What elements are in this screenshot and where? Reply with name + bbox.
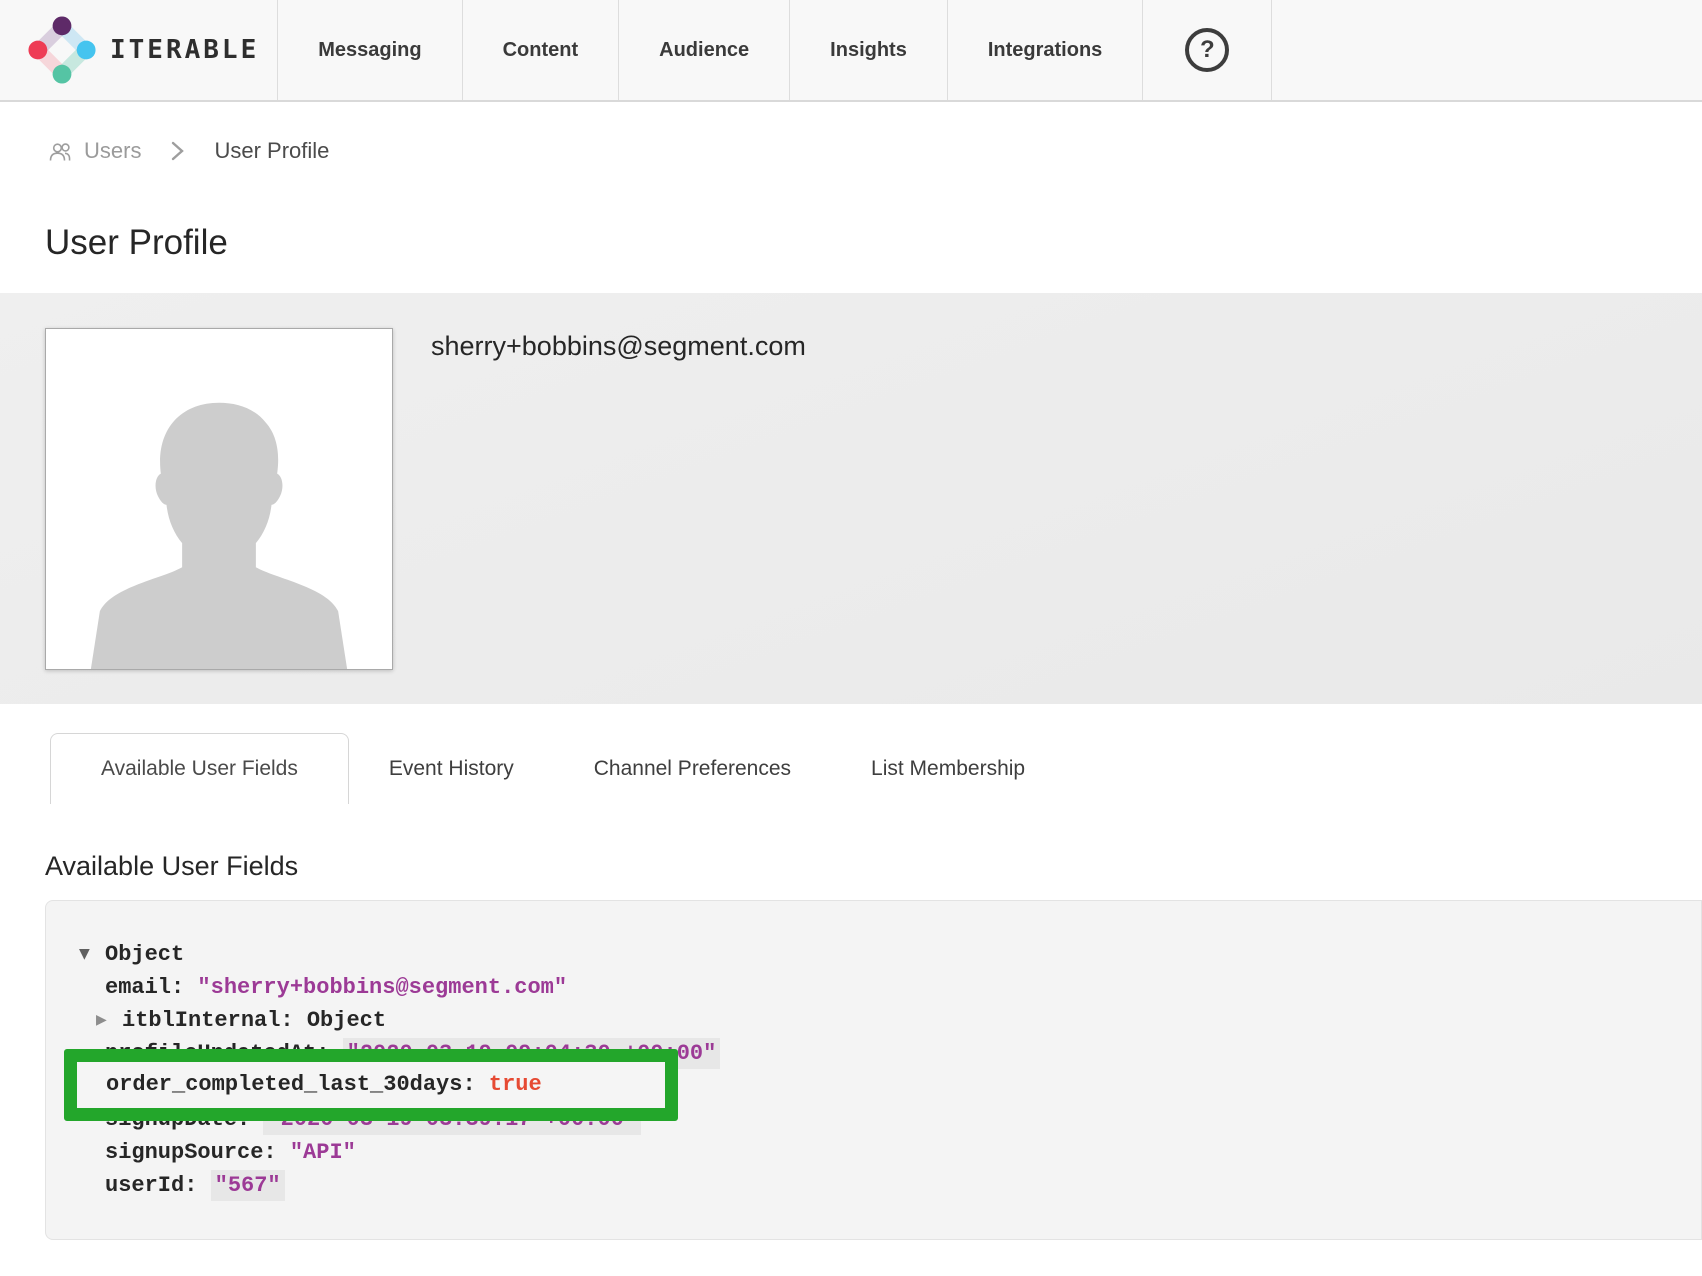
profile-email: sherry+bobbins@segment.com <box>431 331 806 362</box>
field-line-itblInternal: ▶ itblInternal: Object <box>46 1004 1701 1037</box>
help-button[interactable]: ? <box>1142 0 1272 100</box>
tab-bar: Available User FieldsEvent HistoryChanne… <box>50 733 1702 804</box>
tab-list-membership[interactable]: List Membership <box>831 733 1065 804</box>
person-silhouette-icon <box>63 363 375 670</box>
field-key: email: <box>105 975 197 1000</box>
nav-item-insights[interactable]: Insights <box>789 0 947 100</box>
chevron-right-icon <box>171 140 184 162</box>
field-line-order_completed_last_30days: order_completed_last_30days: true <box>77 1074 542 1096</box>
iterable-logo[interactable]: ITERABLE <box>0 0 277 100</box>
field-value: "567" <box>211 1170 285 1201</box>
nav-item-messaging[interactable]: Messaging <box>277 0 461 100</box>
caret-down-icon[interactable]: ▼ <box>79 938 90 971</box>
breadcrumb-current: User Profile <box>214 138 329 164</box>
nav-item-integrations[interactable]: Integrations <box>947 0 1142 100</box>
annotation-rectangle: order_completed_last_30days: true <box>64 1049 678 1121</box>
tab-event-history[interactable]: Event History <box>349 733 554 804</box>
field-key: userId: <box>105 1173 211 1198</box>
breadcrumb: Users User Profile <box>48 136 1702 166</box>
field-value: "sherry+bobbins@segment.com" <box>197 975 567 1000</box>
nav-item-content[interactable]: Content <box>462 0 619 100</box>
nav-item-audience[interactable]: Audience <box>618 0 789 100</box>
profile-header-band: sherry+bobbins@segment.com <box>0 293 1702 704</box>
tab-channel-preferences[interactable]: Channel Preferences <box>554 733 831 804</box>
field-line-signupSource: signupSource: "API" <box>46 1136 1701 1169</box>
nav-items: MessagingContentAudienceInsightsIntegrat… <box>277 0 1142 100</box>
tab-available-user-fields[interactable]: Available User Fields <box>50 733 349 804</box>
breadcrumb-users-link[interactable]: Users <box>48 138 141 164</box>
field-line-userId: userId: "567" <box>46 1169 1701 1202</box>
field-key: itblInternal: <box>122 1008 307 1033</box>
question-mark-icon: ? <box>1185 28 1229 72</box>
field-value: true <box>489 1072 542 1097</box>
field-value: "API" <box>290 1140 356 1165</box>
users-icon <box>48 141 75 162</box>
object-label: Object <box>105 942 184 967</box>
section-heading: Available User Fields <box>45 850 1702 882</box>
brand-name: ITERABLE <box>110 35 259 65</box>
field-line-email: email: "sherry+bobbins@segment.com" <box>46 971 1701 1004</box>
user-fields-json-viewer: ▼ Object email: "sherry+bobbins@segment.co… <box>45 900 1702 1240</box>
caret-right-icon[interactable]: ▶ <box>96 1004 107 1037</box>
iterable-diamond-icon <box>28 16 96 84</box>
avatar <box>45 328 393 670</box>
page-title: User Profile <box>45 223 1702 263</box>
field-key: order_completed_last_30days: <box>106 1072 489 1097</box>
field-key: signupSource: <box>105 1140 290 1165</box>
top-nav: ITERABLE MessagingContentAudienceInsight… <box>0 0 1702 102</box>
object-label: Object <box>307 1008 386 1033</box>
breadcrumb-parent-label: Users <box>84 138 141 164</box>
field-line-root: ▼ Object <box>46 938 1701 971</box>
